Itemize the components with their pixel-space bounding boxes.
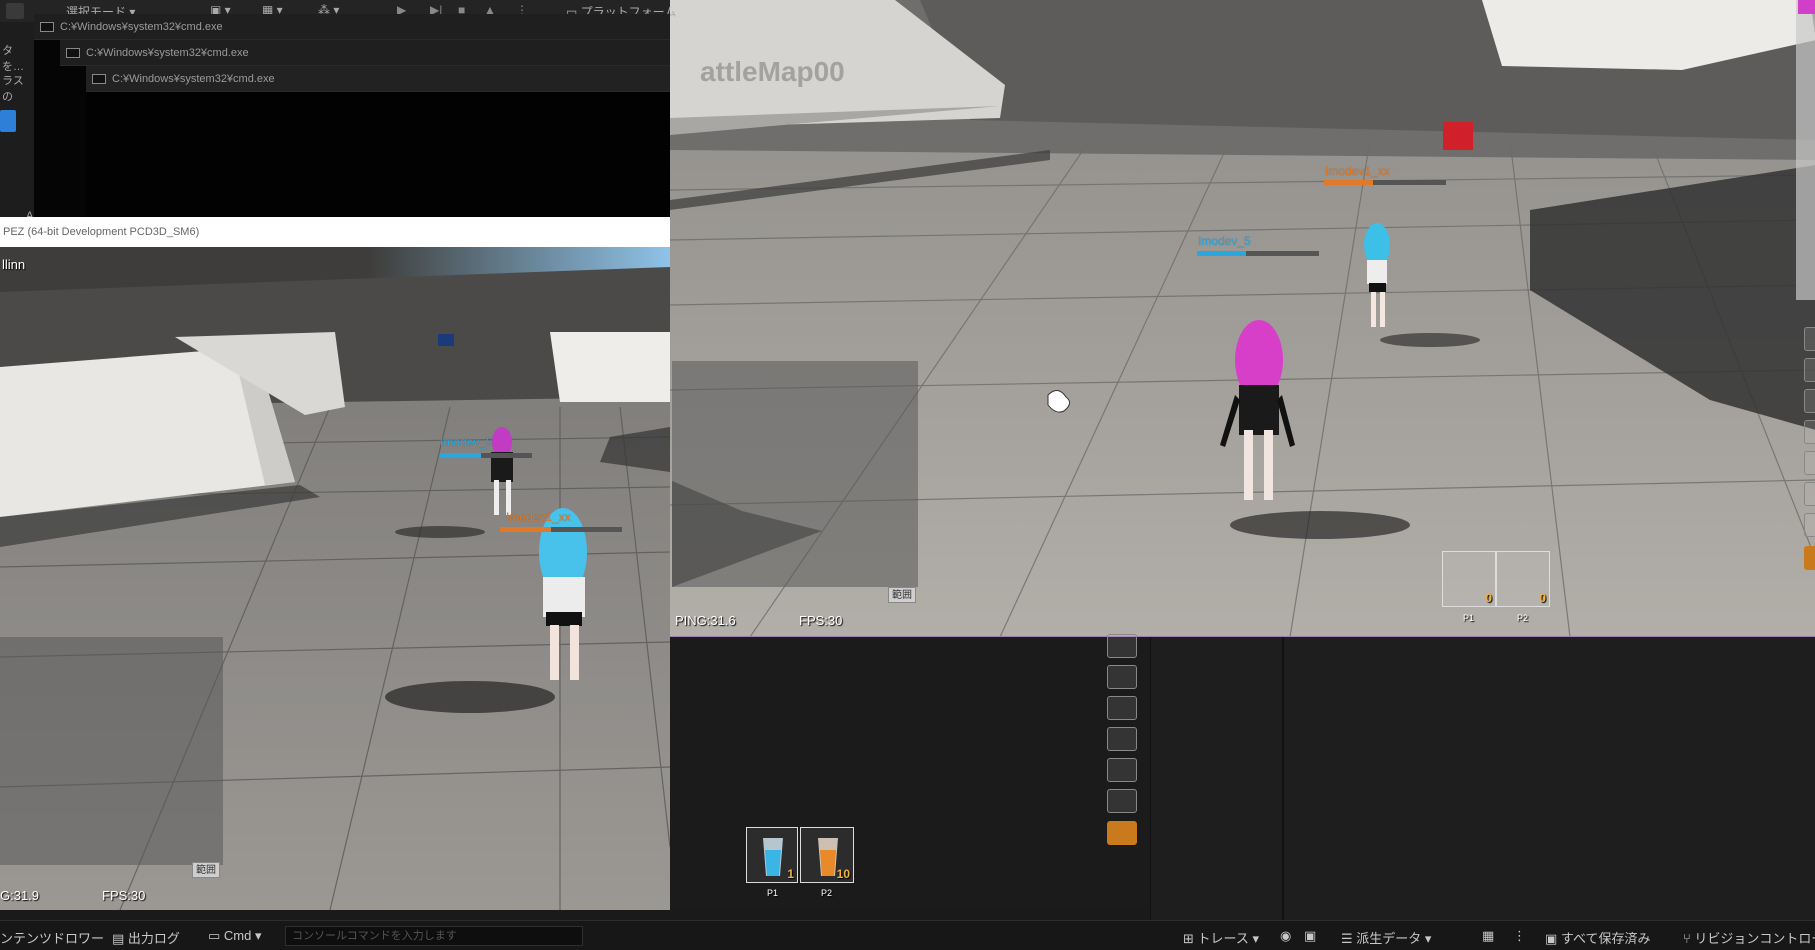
tool-icon[interactable] bbox=[1107, 789, 1137, 813]
editor-dark-panel bbox=[1150, 637, 1815, 920]
map-watermark: attleMap00 bbox=[700, 56, 845, 87]
console-command-input[interactable]: コンソールコマンドを入力します bbox=[285, 926, 583, 946]
cmd-icon bbox=[92, 74, 106, 84]
tool-icon[interactable] bbox=[1804, 420, 1815, 444]
item-slot-p2[interactable]: 10 bbox=[800, 827, 854, 883]
cmd-label: Cmd bbox=[223, 928, 252, 943]
hp-fill-blue bbox=[1197, 251, 1246, 256]
record-icon[interactable]: ◉ bbox=[1280, 928, 1291, 944]
nameplate-player-blue: Imodev_5 bbox=[1198, 234, 1251, 248]
monitor-tool-icon[interactable] bbox=[1107, 696, 1137, 720]
ping-readout: PING:31.6 bbox=[675, 613, 736, 628]
slot-count: 0 bbox=[1485, 591, 1492, 605]
fps-readout: FPS:30 bbox=[102, 888, 146, 903]
revision-control-label: リビジョンコントロー bbox=[1694, 931, 1815, 946]
derived-data-button[interactable]: ☰ 派生データ ▾ bbox=[1341, 928, 1431, 947]
tool-icon[interactable] bbox=[1107, 758, 1137, 782]
minimap bbox=[0, 637, 223, 865]
output-log-button[interactable]: ▤ 出力ログ bbox=[112, 928, 180, 947]
tool-icon[interactable] bbox=[1804, 358, 1815, 382]
slot-label-p2: P2 bbox=[821, 888, 833, 898]
minimap bbox=[672, 361, 918, 587]
tool-icon[interactable] bbox=[1804, 482, 1815, 506]
cmd-title-text: C:¥Windows¥system32¥cmd.exe bbox=[112, 73, 275, 85]
tool-icon[interactable] bbox=[1804, 327, 1815, 351]
slot-label-p1: P1 bbox=[1463, 613, 1475, 623]
revision-control-button[interactable]: ⑂ リビジョンコントロー bbox=[1683, 928, 1815, 947]
editor-logo-icon[interactable] bbox=[6, 3, 24, 19]
save-icon: ▣ bbox=[1545, 931, 1561, 946]
panel-divider bbox=[1282, 637, 1284, 920]
slot-label-p1: P1 bbox=[767, 888, 779, 898]
trace-button[interactable]: ⊞ トレース ▾ bbox=[1183, 928, 1259, 947]
slot-label-p2: P2 bbox=[1517, 613, 1529, 623]
log-icon: ▤ bbox=[112, 931, 128, 946]
trace-label: トレース bbox=[1197, 931, 1249, 946]
cmd-icon bbox=[66, 48, 80, 58]
nameplate-player-orange: Imodev1_xx bbox=[506, 510, 571, 524]
slot-count: 10 bbox=[836, 867, 850, 881]
minimap-shadow-shape bbox=[672, 481, 822, 587]
tool-icon[interactable] bbox=[1804, 389, 1815, 413]
editor-statusbar: ンテンツドロワー ▤ 出力ログ ▭ Cmd ▾ コンソールコマンドを入力します … bbox=[0, 920, 1815, 950]
save-all-button[interactable]: ▣ すべて保存済み bbox=[1545, 928, 1650, 947]
nameplate-player-blue: Imodev_5 bbox=[440, 435, 493, 449]
tool-icon-active[interactable] bbox=[1804, 546, 1815, 570]
grid-icon[interactable]: ▦ bbox=[1482, 928, 1494, 944]
cmd-selector[interactable]: ▭ Cmd ▾ bbox=[208, 928, 262, 944]
chart-tool-icon[interactable] bbox=[1107, 665, 1137, 689]
tool-icon[interactable] bbox=[1804, 451, 1815, 475]
editor-left-strip: タを… ラスの A bbox=[0, 22, 34, 222]
hp-bar-orange bbox=[1324, 180, 1446, 185]
game-window-right[interactable]: attleMap00 Imodev_5 Imodev1_xx 範囲 PING:3… bbox=[669, 0, 1815, 637]
output-log-label: 出力ログ bbox=[127, 931, 180, 946]
cmd-title-text: C:¥Windows¥system32¥cmd.exe bbox=[60, 21, 223, 33]
hp-bar-orange bbox=[500, 527, 622, 532]
game-window-left-title[interactable]: PEZ (64-bit Development PCD3D_SM6) bbox=[0, 217, 670, 247]
range-button[interactable]: 範囲 bbox=[888, 587, 916, 603]
left-strip-label: ラスの bbox=[2, 75, 24, 103]
item-slot-p2[interactable]: 0 bbox=[1496, 551, 1550, 607]
slot-count: 1 bbox=[787, 867, 794, 881]
nameplate-player-orange: Imodev1_xx bbox=[1325, 164, 1390, 178]
game-window-left[interactable]: llinn Imodev_5 Imodev1_xx 範囲 G:31.9 FPS:… bbox=[0, 247, 670, 910]
cmd-window-body[interactable] bbox=[86, 92, 670, 217]
hp-fill-orange bbox=[1324, 180, 1373, 185]
cmd-window-title[interactable]: C:¥Windows¥system32¥cmd.exe bbox=[86, 66, 670, 92]
branch-icon: ⑂ bbox=[1683, 931, 1695, 946]
save-all-label: すべて保存済み bbox=[1560, 931, 1651, 946]
divider bbox=[0, 910, 1150, 920]
slot-count: 0 bbox=[1539, 591, 1546, 605]
terminal-icon: ▭ bbox=[208, 928, 224, 943]
tool-icon[interactable] bbox=[1107, 634, 1137, 658]
debug-top-text: llinn bbox=[2, 257, 26, 272]
cmd-icon bbox=[40, 22, 54, 32]
hp-fill-orange bbox=[500, 527, 552, 532]
more-icon[interactable]: ⋮ bbox=[1513, 928, 1526, 944]
hp-bar-blue bbox=[440, 453, 532, 458]
item-slot-p1[interactable]: 1 bbox=[746, 827, 798, 883]
fps-readout: FPS:30 bbox=[799, 613, 843, 628]
divider bbox=[1150, 637, 1151, 920]
range-button[interactable]: 範囲 bbox=[192, 862, 220, 878]
trace-icon: ⊞ bbox=[1183, 931, 1198, 946]
cmd-window-title[interactable]: C:¥Windows¥system32¥cmd.exe bbox=[34, 14, 670, 40]
derived-data-label: 派生データ bbox=[1356, 931, 1422, 946]
hp-bar-blue bbox=[1197, 251, 1319, 256]
item-slot-p1[interactable]: 0 bbox=[1442, 551, 1496, 607]
tool-icon-active[interactable] bbox=[1107, 821, 1137, 845]
content-drawer-button[interactable]: ンテンツドロワー bbox=[0, 928, 104, 947]
blueprint-icon[interactable] bbox=[0, 110, 16, 132]
derived-data-icon: ☰ bbox=[1341, 931, 1357, 946]
left-strip-label: タを… bbox=[2, 45, 24, 73]
tool-icon[interactable] bbox=[1107, 727, 1137, 751]
cmd-window-title[interactable]: C:¥Windows¥system32¥cmd.exe bbox=[60, 40, 670, 66]
camera-icon[interactable]: ▣ bbox=[1304, 928, 1316, 944]
tool-icon[interactable] bbox=[1804, 513, 1815, 537]
cmd-title-text: C:¥Windows¥system32¥cmd.exe bbox=[86, 47, 249, 59]
hp-fill-blue bbox=[440, 453, 482, 458]
ping-readout: G:31.9 bbox=[0, 888, 40, 903]
screen-root: attleMap00 Imodev_5 Imodev1_xx 範囲 PING:3… bbox=[0, 0, 1815, 950]
